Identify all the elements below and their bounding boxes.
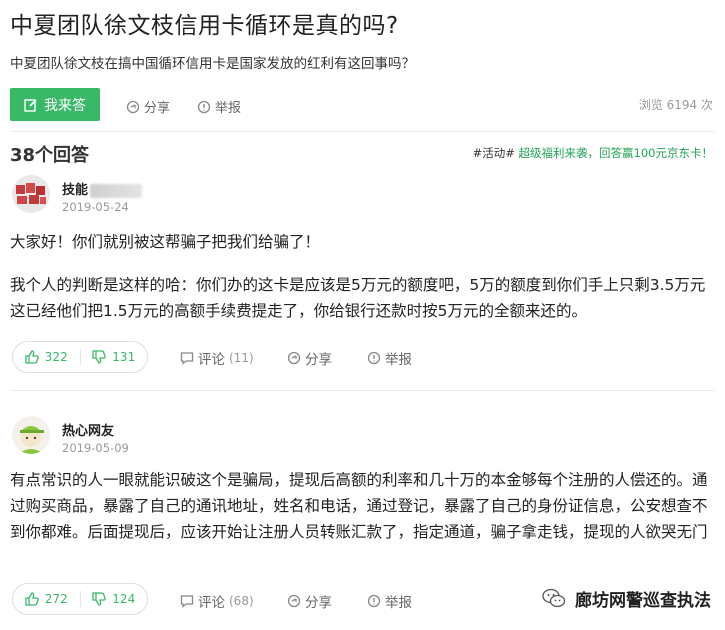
vote-widget: 322 131 bbox=[12, 341, 148, 373]
comment-icon bbox=[180, 352, 194, 365]
answer-username[interactable]: 技能 bbox=[62, 179, 143, 198]
wechat-icon bbox=[542, 588, 566, 608]
thumbs-down-icon bbox=[92, 592, 107, 606]
divider bbox=[10, 131, 715, 132]
avatar[interactable] bbox=[12, 175, 50, 213]
answer-button[interactable]: 我来答 bbox=[10, 88, 100, 121]
question-description: 中夏团队徐文枝在搞中国循环信用卡是国家发放的红利有这回事吗？ bbox=[10, 56, 415, 72]
view-count: 浏览 6194 次 bbox=[638, 98, 713, 112]
vote-widget: 272 124 bbox=[12, 583, 148, 615]
share-icon bbox=[287, 351, 301, 365]
answer-paragraph: 我个人的判断是这样的哈：你们办的这卡是应该是5万元的额度吧，5万的额度到你们手上… bbox=[10, 276, 706, 320]
report-label: 举报 bbox=[385, 352, 412, 368]
answer-date: 2019-05-09 bbox=[62, 441, 129, 455]
report-label: 举报 bbox=[215, 101, 242, 116]
report-label: 举报 bbox=[385, 595, 412, 611]
divider bbox=[10, 390, 715, 391]
comment-label: 评论 bbox=[198, 595, 225, 611]
thumbs-up-icon bbox=[25, 592, 39, 606]
report-icon bbox=[367, 351, 381, 365]
answer-paragraph: 有点常识的人一眼就能识破这个是骗局，提现后高额的利率和几十万的本金够每个注册的人… bbox=[10, 471, 708, 541]
downvote-button[interactable]: 131 bbox=[81, 350, 148, 364]
report-icon bbox=[367, 594, 381, 608]
promo-banner[interactable]: #活动# 超级福利来袭，回答赢100元京东卡！ bbox=[473, 145, 713, 161]
promo-text: 超级福利来袭，回答赢100元京东卡！ bbox=[518, 146, 713, 160]
comment-button[interactable]: 评论 (11) bbox=[180, 348, 254, 368]
comment-label: 评论 bbox=[198, 352, 225, 368]
thumbs-down-icon bbox=[92, 350, 107, 364]
answer-report-button[interactable]: 举报 bbox=[367, 348, 412, 368]
comment-count: (11) bbox=[229, 351, 254, 365]
promo-tag: #活动# bbox=[472, 146, 515, 160]
downvote-button[interactable]: 124 bbox=[81, 592, 148, 606]
downvote-count: 131 bbox=[112, 350, 136, 364]
downvote-count: 124 bbox=[112, 592, 136, 606]
watermark: 廊坊网警巡查执法 bbox=[541, 585, 711, 611]
answer-date: 2019-05-24 bbox=[62, 200, 129, 214]
watermark-text: 廊坊网警巡查执法 bbox=[575, 590, 711, 611]
answer-share-button[interactable]: 分享 bbox=[287, 591, 332, 611]
upvote-button[interactable]: 272 bbox=[13, 592, 80, 606]
answer-paragraph: 大家好！你们就别被这帮骗子把我们给骗了！ bbox=[10, 233, 321, 251]
comment-button[interactable]: 评论 (68) bbox=[180, 591, 254, 611]
report-icon bbox=[197, 100, 211, 113]
question-title: 中夏团队徐文枝信用卡循环是真的吗? bbox=[10, 13, 399, 39]
question-share-button[interactable]: 分享 bbox=[126, 97, 170, 116]
answer-report-button[interactable]: 举报 bbox=[367, 591, 412, 611]
upvote-count: 272 bbox=[44, 592, 68, 606]
answer-share-button[interactable]: 分享 bbox=[287, 348, 332, 368]
upvote-button[interactable]: 322 bbox=[13, 350, 80, 364]
answer-button-label: 我来答 bbox=[44, 97, 86, 114]
share-icon bbox=[287, 594, 301, 608]
thumbs-up-icon bbox=[25, 350, 39, 364]
comment-count: (68) bbox=[229, 594, 254, 608]
answer-count: 38个回答 bbox=[10, 145, 90, 166]
comment-icon bbox=[180, 595, 194, 608]
upvote-count: 322 bbox=[44, 350, 68, 364]
edit-icon bbox=[24, 98, 37, 112]
share-label: 分享 bbox=[305, 595, 332, 611]
share-label: 分享 bbox=[305, 352, 332, 368]
share-label: 分享 bbox=[144, 101, 171, 116]
answer-username[interactable]: 热心网友 bbox=[62, 420, 114, 439]
avatar[interactable] bbox=[12, 416, 50, 454]
share-icon bbox=[126, 100, 140, 113]
question-report-button[interactable]: 举报 bbox=[197, 97, 241, 116]
blurred-name bbox=[90, 183, 143, 198]
